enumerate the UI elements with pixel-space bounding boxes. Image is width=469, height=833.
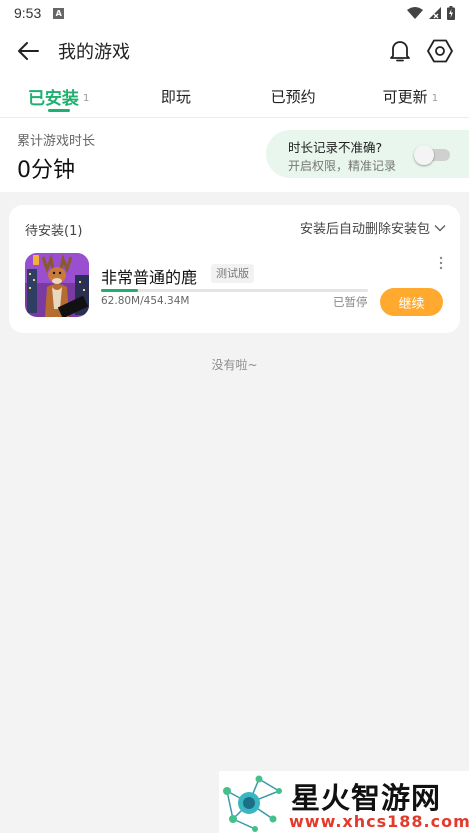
download-status: 已暂停 [333, 295, 368, 309]
hexagon-gear-icon [427, 39, 453, 63]
pending-install-label: 待安装(1) [25, 224, 83, 239]
network-logo-icon [223, 775, 282, 832]
tab-installed[interactable]: 已安装 1 [0, 76, 117, 117]
settings-button[interactable] [427, 38, 453, 64]
tab-bar: 已安装 1 即玩 已预约 可更新 1 [0, 76, 469, 118]
arrow-left-icon [18, 42, 39, 60]
test-version-badge: 测试版 [211, 264, 254, 283]
continue-button[interactable]: 继续 [380, 288, 443, 316]
chevron-down-icon [434, 224, 446, 232]
status-bar: 9:53 A [0, 0, 469, 26]
auto-delete-label: 安装后自动删除安装包 [299, 222, 430, 237]
tab-label: 即玩 [160, 88, 191, 106]
site-watermark: 星火智游网 www.xhcs188.com [219, 771, 469, 833]
download-progress-fill [101, 289, 138, 292]
battery-icon [447, 6, 455, 20]
status-time: 9:53 [14, 5, 42, 21]
tab-instant-play[interactable]: 即玩 [117, 76, 234, 117]
tab-reserved[interactable]: 已预约 [235, 76, 352, 117]
download-progress-bar [101, 289, 368, 292]
wifi-icon [407, 7, 423, 19]
permission-notice: 时长记录不准确? 开启权限，精准记录 [266, 130, 469, 178]
tab-label: 可更新 [382, 88, 428, 106]
tab-label: 已安装 [27, 89, 79, 109]
page-title: 我的游戏 [58, 42, 130, 63]
app-header: 我的游戏 [0, 26, 469, 76]
game-icon[interactable] [25, 253, 89, 317]
back-button[interactable] [0, 26, 56, 76]
tab-count: 1 [82, 93, 90, 104]
bell-icon [390, 41, 410, 62]
deer-game-icon [25, 253, 89, 317]
notification-a-icon: A [53, 7, 65, 19]
more-vertical-icon[interactable] [438, 256, 444, 270]
permission-toggle[interactable] [414, 144, 450, 165]
game-name: 非常普通的鹿 [101, 268, 198, 287]
download-size: 62.80M/454.34M [101, 295, 190, 307]
status-right-icons [407, 6, 455, 20]
tab-label: 已预约 [270, 88, 316, 106]
auto-delete-dropdown[interactable]: 安装后自动删除安装包 [300, 218, 446, 237]
tab-updatable[interactable]: 可更新 1 [352, 76, 469, 117]
notice-subtitle: 开启权限，精准记录 [288, 159, 397, 173]
tab-count: 1 [431, 93, 439, 104]
playtime-value: 0分钟 [17, 158, 75, 183]
playtime-label: 累计游戏时长 [17, 134, 96, 149]
playtime-stats: 累计游戏时长 0分钟 时长记录不准确? 开启权限，精准记录 [0, 118, 469, 192]
toggle-knob [414, 145, 434, 165]
notice-title: 时长记录不准确? [288, 140, 383, 155]
pending-install-card: 待安装(1) 安装后自动删除安装包 非常普通的鹿 测试版 62.80M/454.… [9, 205, 460, 333]
watermark-title: 星火智游网 [291, 781, 442, 815]
empty-list-text: 没有啦~ [211, 358, 258, 372]
watermark-url: www.xhcs188.com [289, 812, 469, 831]
signal-icon [429, 7, 441, 19]
notifications-button[interactable] [387, 38, 413, 64]
